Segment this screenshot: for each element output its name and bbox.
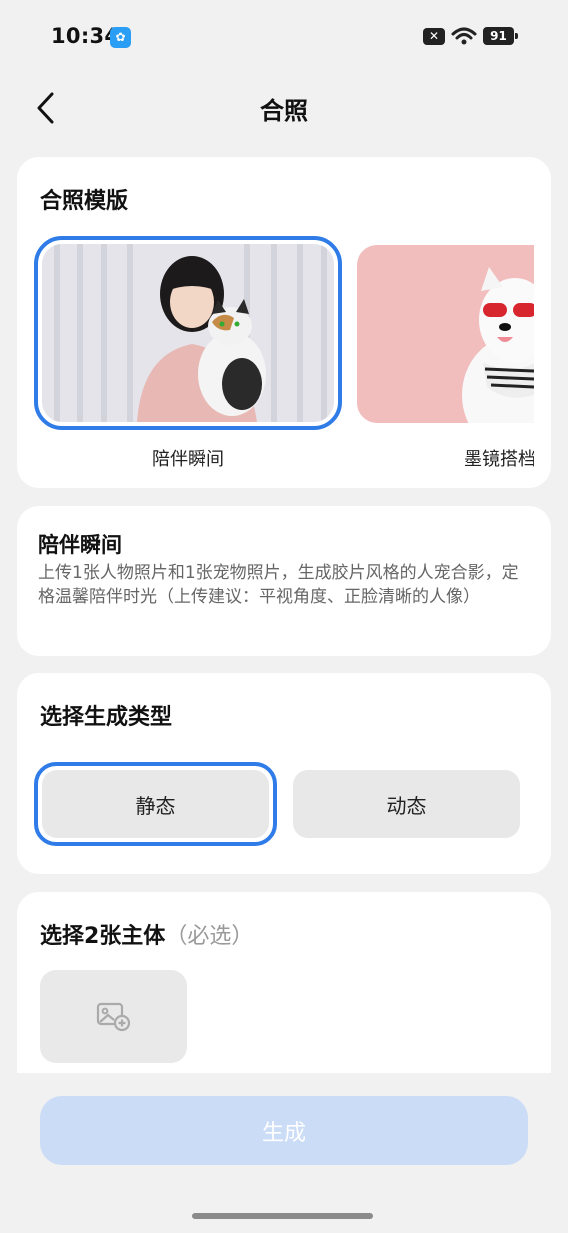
page: 10:34 ✿ ✕ 91 合照 合照模版 陪伴瞬间 墨镜搭档 陪伴瞬间 上传1张…	[0, 0, 568, 1233]
template-label-sunglasses: 墨镜搭档	[464, 449, 534, 470]
add-subject-button[interactable]	[40, 970, 187, 1063]
template-thumbnail-companion	[42, 244, 334, 422]
app-notification-icon: ✿	[110, 27, 131, 48]
template-item-companion[interactable]	[34, 236, 342, 430]
template-card: 合照模版 陪伴瞬间 墨镜搭档	[17, 157, 551, 488]
generate-button[interactable]: 生成	[40, 1096, 528, 1165]
system-icons: ✕ 91	[423, 26, 518, 46]
description-text: 上传1张人物照片和1张宠物照片，生成胶片风格的人宠合影，定格温馨陪伴时光（上传建…	[38, 563, 519, 607]
subjects-title: 选择2张主体（必选）	[40, 918, 253, 950]
type-option-static-label: 静态	[42, 770, 269, 838]
page-title: 合照	[260, 97, 308, 125]
type-option-static[interactable]: 静态	[34, 762, 277, 846]
type-option-dynamic[interactable]: 动态	[293, 770, 520, 838]
wifi-icon	[451, 27, 477, 45]
subjects-required-hint: （必选）	[165, 924, 254, 949]
subjects-title-text: 选择2张主体	[40, 924, 166, 949]
subjects-card: 选择2张主体（必选）	[17, 892, 551, 1073]
description-card: 陪伴瞬间 上传1张人物照片和1张宠物照片，生成胶片风格的人宠合影，定格温馨陪伴时…	[17, 506, 551, 656]
home-indicator[interactable]	[192, 1213, 373, 1219]
generation-type-title: 选择生成类型	[40, 705, 173, 730]
generation-type-card: 选择生成类型 静态 动态	[17, 673, 551, 874]
no-sim-icon: ✕	[423, 27, 445, 45]
template-section-title: 合照模版	[40, 189, 129, 214]
template-item-sunglasses[interactable]	[357, 245, 534, 423]
battery-icon: 91	[483, 27, 518, 45]
status-bar: 10:34 ✿ ✕ 91	[0, 0, 568, 72]
template-label-companion: 陪伴瞬间	[152, 449, 224, 470]
description-title: 陪伴瞬间	[38, 533, 122, 557]
add-image-icon	[96, 1002, 130, 1031]
